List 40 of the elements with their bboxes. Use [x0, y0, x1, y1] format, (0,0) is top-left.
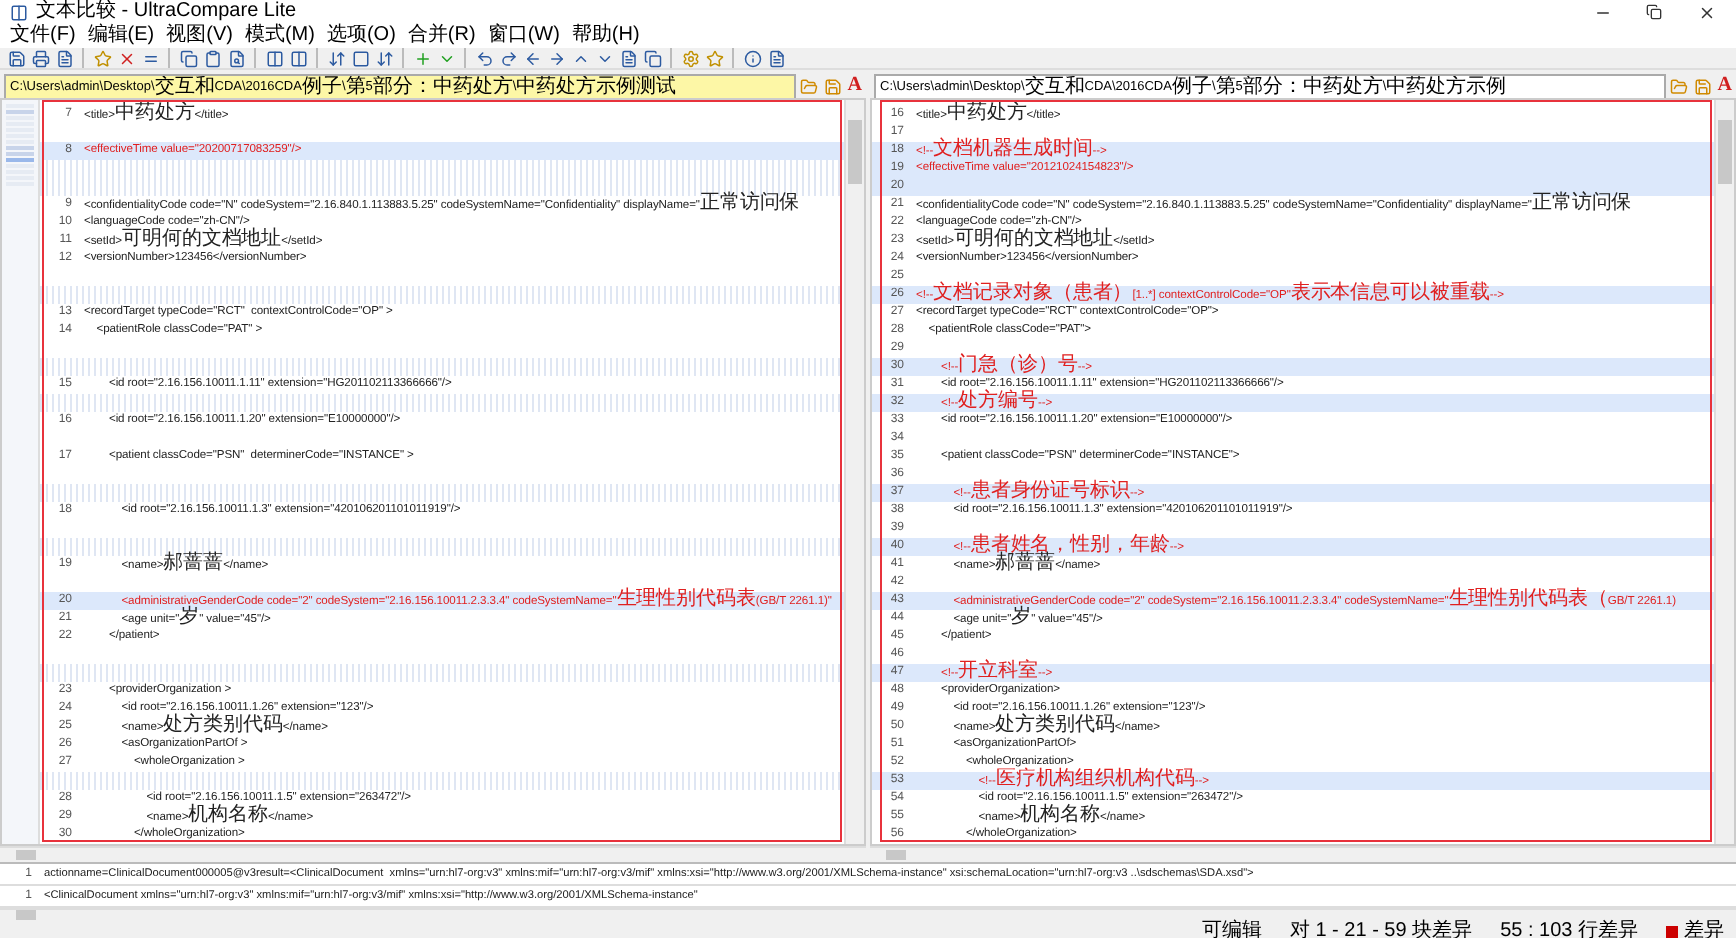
- status-text: 可编辑: [1201, 920, 1262, 938]
- horizontal-scrollbar[interactable]: [0, 846, 866, 862]
- columns-icon[interactable]: [264, 48, 284, 68]
- menu-item[interactable]: 模式(M): [238, 24, 321, 48]
- document-icon[interactable]: [618, 48, 638, 68]
- swap-icon[interactable]: [374, 48, 394, 68]
- menu-item[interactable]: 视图(V): [160, 24, 239, 48]
- app-icon: [8, 2, 28, 22]
- menu-item[interactable]: 窗口(W): [481, 24, 566, 48]
- menu-item[interactable]: 编辑(E): [81, 24, 161, 48]
- square-icon[interactable]: [350, 48, 370, 68]
- horizontal-scrollbar[interactable]: [0, 908, 1736, 920]
- vertical-scrollbar[interactable]: [1714, 100, 1734, 844]
- diff-marker-icon: [1666, 926, 1678, 938]
- font-button[interactable]: A: [847, 76, 862, 96]
- redo-icon[interactable]: [498, 48, 518, 68]
- undo-icon[interactable]: [474, 48, 494, 68]
- info-icon[interactable]: [742, 48, 762, 68]
- arrows-icon[interactable]: [326, 48, 346, 68]
- menu-item[interactable]: 帮助(H): [565, 24, 646, 48]
- star-icon[interactable]: [92, 48, 112, 68]
- horizontal-scrollbar[interactable]: [870, 846, 1736, 862]
- star-icon[interactable]: [704, 48, 724, 68]
- print-icon[interactable]: [30, 48, 50, 68]
- font-button[interactable]: A: [1717, 76, 1732, 96]
- arrow-right-icon[interactable]: [546, 48, 566, 68]
- menu-item[interactable]: 文件(F): [4, 24, 82, 48]
- save-icon[interactable]: [6, 48, 26, 68]
- document-icon[interactable]: [54, 48, 74, 68]
- settings-icon[interactable]: [680, 48, 700, 68]
- file-search-icon[interactable]: [226, 48, 246, 68]
- copy-icon[interactable]: [642, 48, 662, 68]
- copy-icon[interactable]: [178, 48, 198, 68]
- menu-item[interactable]: 合并(R): [401, 24, 482, 48]
- vertical-scrollbar[interactable]: [844, 100, 864, 844]
- menu-item[interactable]: 选项(O): [320, 24, 402, 48]
- arrow-left-icon[interactable]: [522, 48, 542, 68]
- document-icon[interactable]: [766, 48, 786, 68]
- columns-icon[interactable]: [288, 48, 308, 68]
- clipboard-icon[interactable]: [202, 48, 222, 68]
